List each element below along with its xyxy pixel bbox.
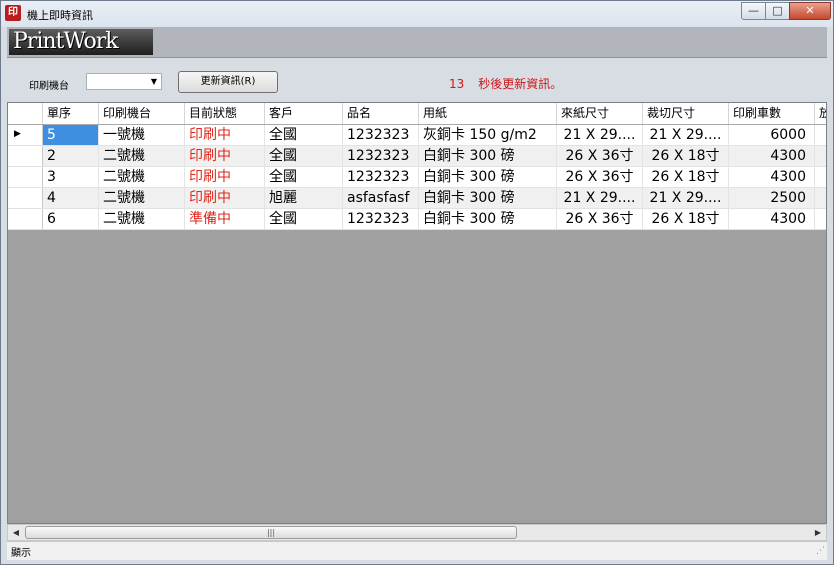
- column-header[interactable]: 客戶: [265, 103, 343, 124]
- column-header[interactable]: 印刷車數: [729, 103, 815, 124]
- row-header[interactable]: [8, 188, 43, 208]
- table-row[interactable]: 6 二號機 準備中 全國 1232323 白銅卡 300 磅 26 X 36寸 …: [8, 209, 826, 230]
- table-row[interactable]: 4 二號機 印刷中 旭麗 asfasfasf 白銅卡 300 磅 21 X 29…: [8, 188, 826, 209]
- cell-count[interactable]: 6000: [729, 125, 815, 145]
- cell-status[interactable]: 印刷中: [185, 125, 265, 145]
- cell-seq[interactable]: 2: [43, 146, 99, 166]
- cell-paper[interactable]: 灰銅卡 150 g/m2: [419, 125, 557, 145]
- cell-count[interactable]: 2500: [729, 188, 815, 208]
- cell-customer[interactable]: 旭麗: [265, 188, 343, 208]
- cell-in-size[interactable]: 26 X 36寸: [557, 167, 643, 187]
- column-header[interactable]: 裁切尺寸: [643, 103, 729, 124]
- window-title: 機上即時資訊: [27, 9, 93, 22]
- horizontal-scrollbar[interactable]: ◀ ||| ▶: [7, 524, 827, 541]
- cell-paper[interactable]: 白銅卡 300 磅: [419, 167, 557, 187]
- cell-in-size[interactable]: 21 X 29....: [557, 125, 643, 145]
- cell-product[interactable]: asfasfasf: [343, 188, 419, 208]
- cell-machine[interactable]: 二號機: [99, 167, 185, 187]
- current-row-pointer-icon: ▶: [14, 129, 21, 139]
- cell-cut-size[interactable]: 26 X 18寸: [643, 209, 729, 229]
- printwork-logo: PrintWork: [9, 29, 153, 55]
- cell-seq[interactable]: 3: [43, 167, 99, 187]
- filter-toolbar: 印刷機台 ▼ 更新資訊(R) 13 秒後更新資訊。: [7, 58, 827, 102]
- cell-cut-size[interactable]: 26 X 18寸: [643, 146, 729, 166]
- cell-count[interactable]: 4300: [729, 209, 815, 229]
- title-bar: 印 機上即時資訊 — □ ✕: [1, 1, 833, 27]
- cell-seq[interactable]: 4: [43, 188, 99, 208]
- cell-machine[interactable]: 二號機: [99, 209, 185, 229]
- app-logo-icon: 印: [5, 5, 21, 21]
- cell-status[interactable]: 印刷中: [185, 167, 265, 187]
- column-header[interactable]: 品名: [343, 103, 419, 124]
- cell-count[interactable]: 4300: [729, 146, 815, 166]
- row-header[interactable]: [8, 146, 43, 166]
- cell-cut-size[interactable]: 21 X 29....: [643, 188, 729, 208]
- cell-paper[interactable]: 白銅卡 300 磅: [419, 209, 557, 229]
- data-grid[interactable]: 單序 印刷機台 目前狀態 客戶 品名 用紙 來紙尺寸 裁切尺寸 印刷車數 放 ▶…: [7, 102, 827, 524]
- cell-status[interactable]: 印刷中: [185, 188, 265, 208]
- cell-status[interactable]: 印刷中: [185, 146, 265, 166]
- main-window: 印 機上即時資訊 — □ ✕ PrintWork 印刷機台 ▼ 更新資訊(R) …: [0, 0, 834, 565]
- countdown-text: 秒後更新資訊。: [478, 77, 563, 91]
- scrollbar-thumb[interactable]: |||: [25, 526, 517, 539]
- scroll-right-icon[interactable]: ▶: [811, 526, 825, 540]
- column-header[interactable]: 來紙尺寸: [557, 103, 643, 124]
- column-header[interactable]: 用紙: [419, 103, 557, 124]
- row-header[interactable]: [8, 167, 43, 187]
- cell-machine[interactable]: 一號機: [99, 125, 185, 145]
- cell-status[interactable]: 準備中: [185, 209, 265, 229]
- cell-seq[interactable]: 5: [43, 125, 99, 145]
- cell-customer[interactable]: 全國: [265, 167, 343, 187]
- cell-machine[interactable]: 二號機: [99, 146, 185, 166]
- refresh-button[interactable]: 更新資訊(R): [178, 71, 278, 93]
- row-header-corner: [8, 103, 43, 124]
- cell-cut-size[interactable]: 21 X 29....: [643, 125, 729, 145]
- chevron-down-icon[interactable]: ▼: [149, 76, 159, 88]
- printer-select[interactable]: ▼: [86, 73, 162, 90]
- status-bar: 顯示 ⋰: [7, 541, 827, 560]
- cell-in-size[interactable]: 26 X 36寸: [557, 209, 643, 229]
- logo-strip: PrintWork: [7, 27, 827, 58]
- cell-customer[interactable]: 全國: [265, 209, 343, 229]
- table-row[interactable]: 3 二號機 印刷中 全國 1232323 白銅卡 300 磅 26 X 36寸 …: [8, 167, 826, 188]
- printer-label: 印刷機台: [29, 81, 69, 92]
- cell-customer[interactable]: 全國: [265, 125, 343, 145]
- cell-machine[interactable]: 二號機: [99, 188, 185, 208]
- cell-cut-size[interactable]: 26 X 18寸: [643, 167, 729, 187]
- resize-grip-icon[interactable]: ⋰: [816, 546, 825, 556]
- cell-in-size[interactable]: 21 X 29....: [557, 188, 643, 208]
- row-header[interactable]: ▶: [8, 125, 43, 145]
- table-row[interactable]: ▶ 5 一號機 印刷中 全國 1232323 灰銅卡 150 g/m2 21 X…: [8, 125, 826, 146]
- minimize-button[interactable]: —: [741, 2, 766, 20]
- cell-paper[interactable]: 白銅卡 300 磅: [419, 146, 557, 166]
- maximize-button[interactable]: □: [765, 2, 790, 20]
- countdown-message: 13 秒後更新資訊。: [449, 75, 562, 92]
- cell-paper[interactable]: 白銅卡 300 磅: [419, 188, 557, 208]
- table-row[interactable]: 2 二號機 印刷中 全國 1232323 白銅卡 300 磅 26 X 36寸 …: [8, 146, 826, 167]
- cell-product[interactable]: 1232323: [343, 146, 419, 166]
- cell-product[interactable]: 1232323: [343, 209, 419, 229]
- cell-product[interactable]: 1232323: [343, 125, 419, 145]
- cell-customer[interactable]: 全國: [265, 146, 343, 166]
- row-header[interactable]: [8, 209, 43, 229]
- cell-seq[interactable]: 6: [43, 209, 99, 229]
- scroll-left-icon[interactable]: ◀: [9, 526, 23, 540]
- status-text: 顯示: [11, 548, 31, 559]
- cell-in-size[interactable]: 26 X 36寸: [557, 146, 643, 166]
- close-button[interactable]: ✕: [789, 2, 831, 20]
- column-header[interactable]: 目前狀態: [185, 103, 265, 124]
- grid-header: 單序 印刷機台 目前狀態 客戶 品名 用紙 來紙尺寸 裁切尺寸 印刷車數 放: [8, 103, 826, 125]
- countdown-value: 13: [449, 77, 465, 91]
- column-header[interactable]: 放: [815, 103, 826, 124]
- cell-count[interactable]: 4300: [729, 167, 815, 187]
- column-header[interactable]: 單序: [43, 103, 99, 124]
- cell-product[interactable]: 1232323: [343, 167, 419, 187]
- column-header[interactable]: 印刷機台: [99, 103, 185, 124]
